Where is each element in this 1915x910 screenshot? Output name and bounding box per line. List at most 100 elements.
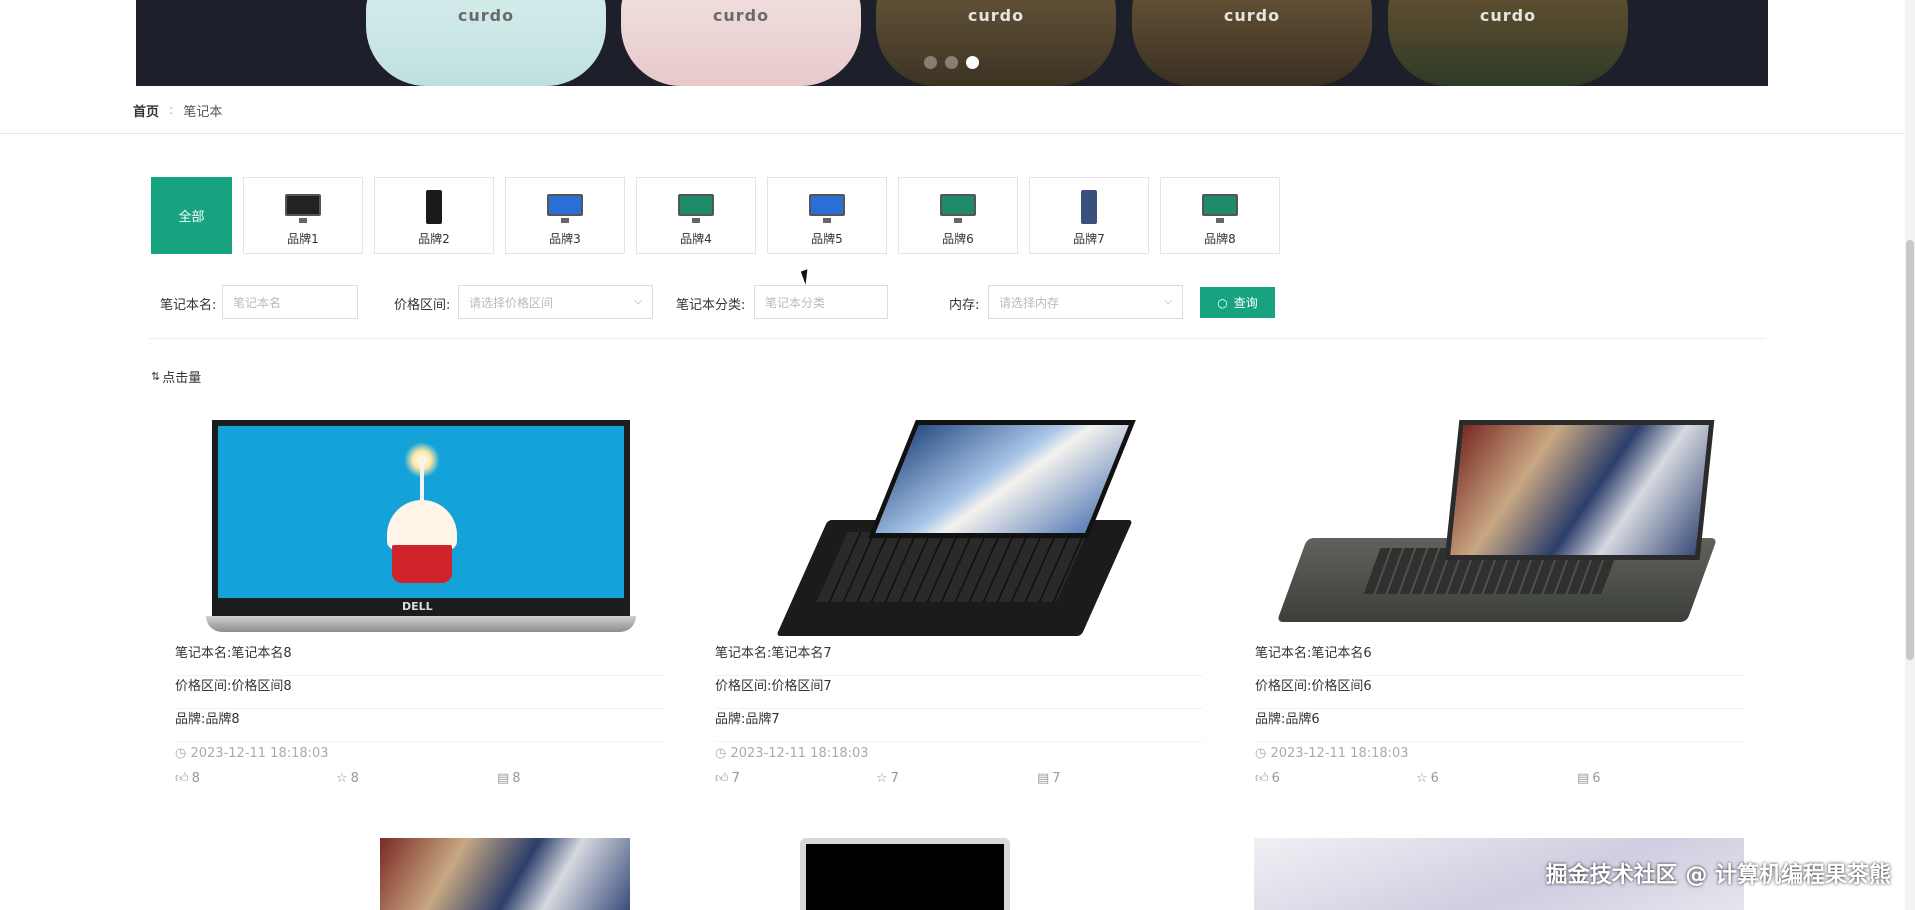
product-stats: 👍︎ 8 ☆ 8 ▤ 8 [175, 771, 663, 786]
category-tab-brand3[interactable]: 品牌3 [505, 177, 625, 254]
banner-brand-text: curdo [712, 6, 770, 25]
desktop-pc-icon [676, 190, 716, 224]
product-brand: 品牌:品牌7 [715, 709, 1203, 742]
banner-product-2: curdo [621, 0, 861, 86]
thumbs-up-icon: 👍︎ [1255, 771, 1269, 786]
comment-stat[interactable]: ▤ 8 [497, 771, 658, 786]
product-name: 笔记本名:笔记本名8 [175, 643, 663, 676]
banner-product-5: curdo [1388, 0, 1628, 86]
filter-bar: 笔记本名: 笔记本名 价格区间: 请选择价格区间 ⌵ 笔记本分类: 笔记本分类 内… [158, 285, 1278, 319]
star-icon: ☆ [876, 771, 888, 786]
star-icon: ☆ [1416, 771, 1428, 786]
clock-icon: ◷ [175, 746, 191, 761]
price-filter-placeholder: 请选择价格区间 [469, 295, 554, 310]
category-tab-brand8[interactable]: 品牌8 [1160, 177, 1280, 254]
banner-brand-text: curdo [967, 6, 1025, 25]
carousel-dot-2[interactable] [945, 56, 958, 69]
product-stats: 👍︎ 6 ☆ 6 ▤ 6 [1255, 771, 1743, 786]
mouse-cursor-icon [800, 269, 813, 285]
like-stat[interactable]: 👍︎ 6 [1255, 771, 1416, 786]
category-tab-all[interactable]: 全部 [151, 177, 232, 254]
favorite-stat[interactable]: ☆ 7 [876, 771, 1037, 786]
category-label: 品牌8 [1204, 232, 1236, 246]
category-tab-brand1[interactable]: 品牌1 [243, 177, 363, 254]
price-filter-label: 价格区间: [394, 298, 451, 313]
price-filter-select[interactable]: 请选择价格区间 ⌵ [458, 285, 653, 319]
pc-tower-icon [414, 190, 454, 224]
category-label: 品牌6 [942, 232, 974, 246]
like-stat[interactable]: 👍︎ 7 [715, 771, 876, 786]
product-date: ◷ 2023-12-11 18:18:03 [715, 746, 1203, 761]
banner-brand-text: curdo [457, 6, 515, 25]
comment-icon: ▤ [1037, 771, 1050, 786]
category-tab-brand2[interactable]: 品牌2 [374, 177, 494, 254]
comment-icon: ▤ [497, 771, 510, 786]
favorite-stat[interactable]: ☆ 8 [336, 771, 497, 786]
clock-icon: ◷ [715, 746, 731, 761]
favorite-count: 8 [350, 771, 359, 786]
product-date-text: 2023-12-11 18:18:03 [1270, 746, 1409, 761]
carousel-dot-1[interactable] [924, 56, 937, 69]
category-filter-label: 笔记本分类: [676, 298, 746, 313]
sort-by-clicks[interactable]: ⇅ 点击量 [151, 367, 201, 386]
desktop-pc-icon [1200, 190, 1240, 224]
product-brand: 品牌:品牌6 [1255, 709, 1743, 742]
category-label: 品牌4 [680, 232, 712, 246]
comment-icon: ▤ [1577, 771, 1590, 786]
product-stats: 👍︎ 7 ☆ 7 ▤ 7 [715, 771, 1203, 786]
category-tab-brand5[interactable]: 品牌5 [767, 177, 887, 254]
carousel-dot-3[interactable] [966, 56, 979, 69]
category-label: 品牌1 [287, 232, 319, 246]
scrollbar[interactable] [1905, 0, 1915, 910]
category-tab-brand7[interactable]: 品牌7 [1029, 177, 1149, 254]
favorite-count: 7 [890, 771, 899, 786]
comment-stat[interactable]: ▤ 6 [1577, 771, 1738, 786]
product-image[interactable] [712, 420, 1212, 636]
favorite-stat[interactable]: ☆ 6 [1416, 771, 1577, 786]
category-filter-placeholder: 笔记本分类 [765, 295, 826, 310]
category-filter-input[interactable]: 笔记本分类 [754, 285, 888, 319]
product-image[interactable]: DELL [172, 420, 672, 636]
memory-filter-placeholder: 请选择内存 [999, 295, 1060, 310]
name-filter-placeholder: 笔记本名 [233, 295, 282, 310]
like-count: 7 [731, 771, 740, 786]
product-date: ◷ 2023-12-11 18:18:03 [175, 746, 663, 761]
product-date-text: 2023-12-11 18:18:03 [730, 746, 869, 761]
product-brand: 品牌:品牌8 [175, 709, 663, 742]
product-price: 价格区间:价格区间7 [715, 676, 1203, 709]
product-name: 笔记本名:笔记本名6 [1255, 643, 1743, 676]
banner-carousel[interactable]: curdo curdo curdo curdo curdo [136, 0, 1768, 86]
carousel-indicators [924, 56, 979, 69]
category-label: 品牌7 [1073, 232, 1105, 246]
name-filter-input[interactable]: 笔记本名 [222, 285, 358, 319]
breadcrumb-home[interactable]: 首页 [133, 101, 159, 120]
like-stat[interactable]: 👍︎ 8 [175, 771, 336, 786]
product-image-partial[interactable] [800, 838, 1010, 910]
product-price: 价格区间:价格区间6 [1255, 676, 1743, 709]
category-tab-brand6[interactable]: 品牌6 [898, 177, 1018, 254]
divider [0, 133, 1905, 134]
product-info: 笔记本名:笔记本名7 价格区间:价格区间7 品牌:品牌7 ◷ 2023-12-1… [715, 643, 1203, 786]
name-filter-label: 笔记本名: [160, 298, 217, 313]
breadcrumb-separator: : [169, 103, 174, 118]
search-button[interactable]: ○ 查询 [1200, 287, 1275, 318]
comment-count: 7 [1052, 771, 1061, 786]
banner-product-3: curdo [876, 0, 1116, 86]
desktop-pc-icon [545, 190, 585, 224]
category-label: 品牌3 [549, 232, 581, 246]
like-count: 8 [191, 771, 200, 786]
category-tab-brand4[interactable]: 品牌4 [636, 177, 756, 254]
comment-stat[interactable]: ▤ 7 [1037, 771, 1198, 786]
favorite-count: 6 [1430, 771, 1439, 786]
product-image[interactable] [1252, 420, 1752, 636]
memory-filter-select[interactable]: 请选择内存 ⌵ [988, 285, 1183, 319]
banner-brand-text: curdo [1223, 6, 1281, 25]
divider [149, 338, 1766, 339]
category-label: 品牌2 [418, 232, 450, 246]
page: curdo curdo curdo curdo curdo 首页 : 笔记本 全… [0, 0, 1915, 910]
scrollbar-thumb[interactable] [1906, 240, 1914, 660]
chevron-down-icon: ⌵ [634, 296, 642, 307]
banner-product-1: curdo [366, 0, 606, 86]
star-icon: ☆ [336, 771, 348, 786]
product-image-partial[interactable] [380, 838, 630, 910]
